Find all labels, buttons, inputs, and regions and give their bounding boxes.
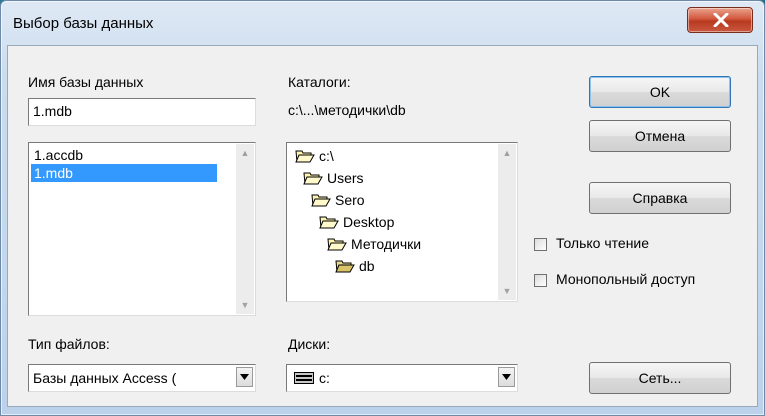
exclusive-label: Монопольный доступ bbox=[556, 271, 696, 287]
file-list-scrollbar[interactable]: ▲ ▼ bbox=[236, 144, 254, 314]
drives-value: c: bbox=[319, 370, 330, 386]
ok-button[interactable]: OK bbox=[589, 76, 731, 108]
folder-item-current[interactable]: db bbox=[335, 255, 375, 277]
close-button[interactable] bbox=[687, 7, 753, 33]
db-name-input[interactable]: 1.mdb bbox=[28, 98, 256, 126]
dialog-window: Выбор базы данных Имя базы данных 1.mdb … bbox=[0, 0, 765, 416]
file-type-label: Тип файлов: bbox=[28, 336, 110, 352]
folder-item[interactable]: c:\ bbox=[295, 145, 334, 167]
dropdown-arrow-icon[interactable] bbox=[498, 367, 515, 387]
file-type-value: Базы данных Access ( bbox=[33, 370, 177, 386]
title-bar[interactable]: Выбор базы данных bbox=[1, 1, 764, 45]
folder-item[interactable]: Методички bbox=[327, 233, 421, 255]
file-list-item-selected[interactable]: 1.mdb bbox=[31, 164, 217, 182]
open-folder-icon bbox=[295, 150, 315, 163]
db-name-value: 1.mdb bbox=[33, 103, 72, 119]
catalogs-label: Каталоги: bbox=[288, 74, 351, 90]
drives-select[interactable]: c: bbox=[286, 364, 518, 392]
open-folder-icon bbox=[327, 238, 347, 251]
exclusive-checkbox[interactable] bbox=[534, 274, 547, 287]
scroll-down-icon[interactable]: ▼ bbox=[236, 296, 254, 314]
file-type-select[interactable]: Базы данных Access ( bbox=[28, 364, 256, 392]
scroll-up-icon[interactable]: ▲ bbox=[236, 144, 254, 162]
dropdown-arrow-icon[interactable] bbox=[236, 367, 253, 387]
hard-drive-icon bbox=[294, 372, 314, 384]
network-button[interactable]: Сеть... bbox=[589, 362, 731, 394]
open-folder-icon bbox=[303, 172, 323, 185]
read-only-label: Только чтение bbox=[556, 235, 650, 251]
folder-item[interactable]: Desktop bbox=[319, 211, 394, 233]
folder-item[interactable]: Sero bbox=[311, 189, 365, 211]
open-folder-icon bbox=[311, 194, 331, 207]
file-list[interactable]: 1.accdb 1.mdb ▲ ▼ bbox=[28, 142, 256, 316]
scroll-down-icon[interactable]: ▼ bbox=[498, 282, 516, 300]
dialog-body: Имя базы данных 1.mdb 1.accdb 1.mdb ▲ ▼ … bbox=[7, 45, 758, 407]
drives-label: Диски: bbox=[288, 336, 331, 352]
folder-tree-scrollbar[interactable]: ▲ ▼ bbox=[498, 144, 516, 300]
help-button[interactable]: Справка bbox=[589, 182, 731, 214]
read-only-checkbox[interactable] bbox=[534, 238, 547, 251]
open-folder-icon bbox=[319, 216, 339, 229]
folder-tree[interactable]: c:\ Users Sero Desktop Методички db ▲ ▼ bbox=[286, 142, 518, 302]
file-list-item[interactable]: 1.accdb bbox=[31, 146, 217, 164]
window-title: Выбор базы данных bbox=[13, 15, 154, 32]
scroll-up-icon[interactable]: ▲ bbox=[498, 144, 516, 162]
cancel-button[interactable]: Отмена bbox=[589, 120, 731, 152]
close-icon bbox=[713, 13, 729, 27]
current-path: c:\...\методички\db bbox=[288, 102, 406, 118]
db-name-label: Имя базы данных bbox=[28, 74, 144, 90]
folder-item[interactable]: Users bbox=[303, 167, 364, 189]
open-folder-icon bbox=[335, 260, 355, 273]
